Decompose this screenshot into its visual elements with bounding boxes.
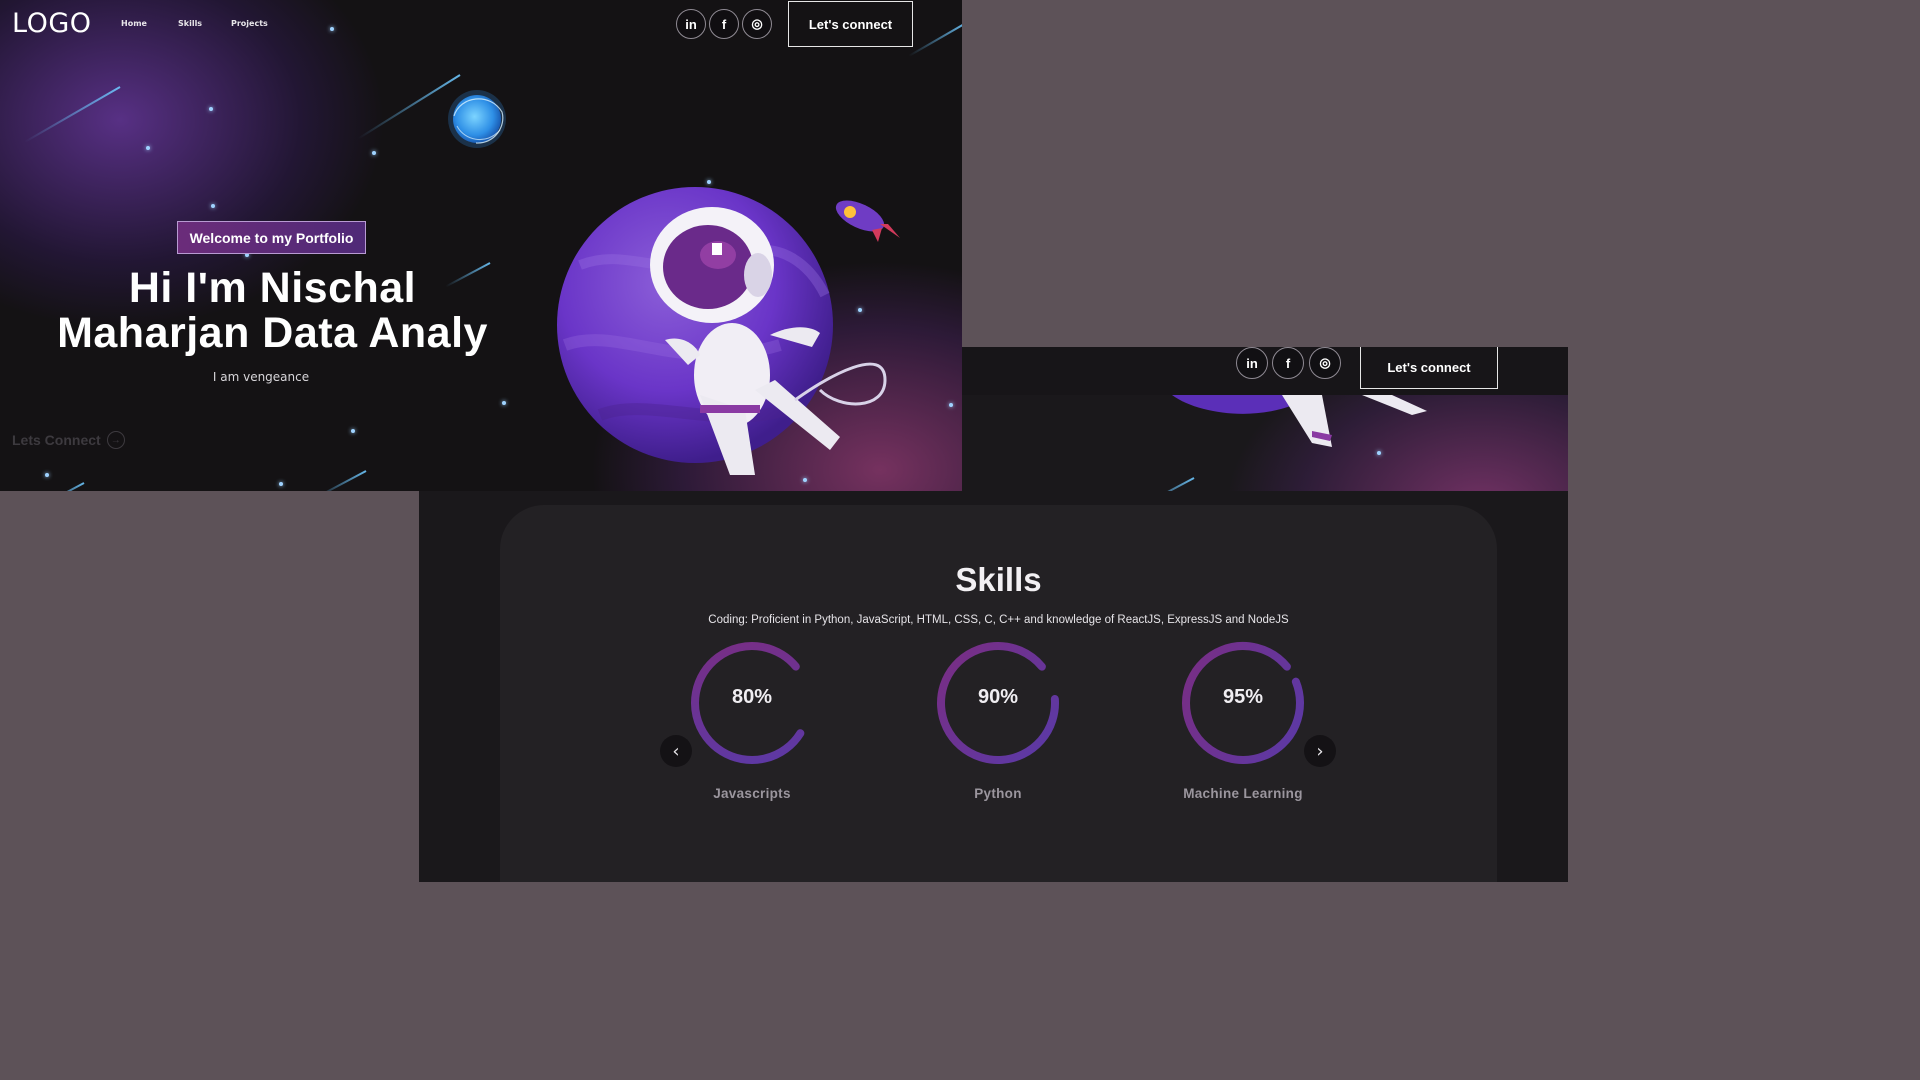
- nav-link-home[interactable]: Home: [121, 19, 147, 28]
- skill-percent: 90%: [977, 686, 1019, 708]
- facebook-icon: f: [1285, 355, 1291, 371]
- star: [279, 482, 283, 486]
- carousel-prev-button[interactable]: ‹: [660, 735, 692, 767]
- instagram-button[interactable]: ◎: [1309, 347, 1341, 379]
- lets-connect-button[interactable]: Let's connect: [788, 1, 913, 47]
- star: [372, 151, 376, 155]
- star: [146, 146, 150, 150]
- linkedin-icon: in: [685, 16, 697, 32]
- linkedin-icon: in: [1246, 355, 1258, 371]
- logo[interactable]: LOGO: [12, 8, 92, 39]
- lets-connect-label: Lets Connect: [12, 432, 101, 448]
- skill-item: 90% Python: [923, 640, 1073, 810]
- linkedin-button[interactable]: in: [1236, 347, 1268, 379]
- skill-percent: 80%: [731, 686, 773, 708]
- nav-link-projects[interactable]: Projects: [231, 19, 268, 28]
- instagram-button[interactable]: ◎: [742, 9, 772, 39]
- chevron-right-icon: ›: [1316, 740, 1324, 762]
- hero-subtitle: I am vengeance: [212, 370, 310, 384]
- star: [1377, 451, 1381, 455]
- skills-card: Skills Coding: Proficient in Python, Jav…: [500, 505, 1497, 882]
- skill-name: Python: [974, 786, 1022, 801]
- lets-connect-button[interactable]: Let's connect: [1360, 347, 1498, 389]
- star: [45, 473, 49, 477]
- hero-heading-line1: Hi I'm Nischal: [128, 264, 417, 312]
- skill-percent: 95%: [1222, 686, 1264, 708]
- facebook-icon: f: [721, 16, 727, 32]
- skill-item: 80% Javascripts: [677, 640, 827, 810]
- star: [211, 204, 215, 208]
- blue-planet-icon: [448, 90, 506, 148]
- planet-partial-illustration: [1172, 395, 1427, 447]
- skills-description: Coding: Proficient in Python, JavaScript…: [708, 614, 1289, 626]
- skill-name: Javascripts: [713, 786, 791, 801]
- nav-link-skills[interactable]: Skills: [178, 19, 202, 28]
- shooting-star: [24, 86, 121, 143]
- arrow-right-circle-icon: →: [106, 431, 125, 449]
- right-navbar: in f ◎ Let's connect: [962, 347, 1568, 395]
- star: [502, 401, 506, 405]
- lets-connect-link[interactable]: Lets Connect →: [12, 431, 125, 449]
- hero-heading: Hi I'm Nischal Maharjan Data Analy: [20, 266, 525, 356]
- facebook-button[interactable]: f: [1272, 347, 1304, 379]
- carousel-next-button[interactable]: ›: [1304, 735, 1336, 767]
- star: [351, 429, 355, 433]
- rocket-icon: [835, 200, 900, 242]
- skill-name: Machine Learning: [1183, 786, 1303, 801]
- instagram-icon: ◎: [1319, 355, 1331, 370]
- hero-window: LOGO Home Skills Projects in f ◎ Let's c…: [0, 0, 962, 491]
- skills-window: Skills Coding: Proficient in Python, Jav…: [419, 491, 1568, 882]
- shooting-star: [316, 470, 367, 491]
- skills-title: Skills: [955, 561, 1042, 598]
- instagram-icon: ◎: [751, 16, 763, 31]
- skill-item: 95% Machine Learning: [1168, 640, 1318, 810]
- shooting-star: [44, 482, 85, 491]
- chevron-left-icon: ‹: [672, 740, 680, 762]
- facebook-button[interactable]: f: [709, 9, 739, 39]
- linkedin-button[interactable]: in: [676, 9, 706, 39]
- top-navbar: LOGO Home Skills Projects in f ◎ Let's c…: [0, 0, 962, 48]
- welcome-tagline: Welcome to my Portfolio: [177, 221, 366, 254]
- star: [209, 107, 213, 111]
- hero-heading-line2: Maharjan Data Analy: [57, 309, 488, 357]
